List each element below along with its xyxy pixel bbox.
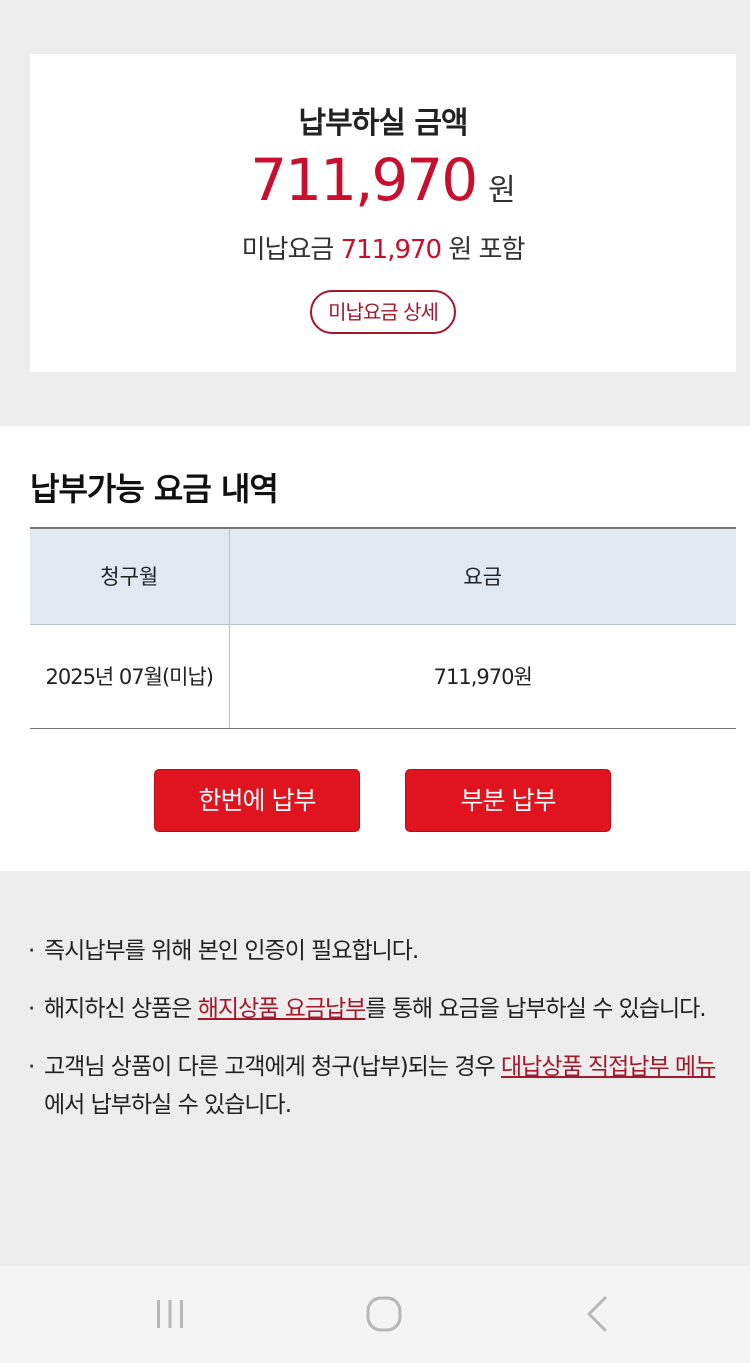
payment-amount-value: 711,970 [250,146,478,214]
terminated-product-payment-link[interactable]: 해지상품 요금납부 [198,996,367,1022]
unpaid-suffix: 원 포함 [448,235,525,265]
partial-pay-button[interactable]: 부분 납부 [405,769,611,832]
payable-bills-section: 납부가능 요금 내역 청구월 요금 2025년 07월(미납) 711,970원… [0,426,750,871]
pay-all-button[interactable]: 한번에 납부 [154,769,360,832]
list-item: · 즉시납부를 위해 본인 인증이 필요합니다. [28,932,728,970]
unpaid-amount: 711,970 [340,235,443,265]
proxy-product-direct-payment-link[interactable]: 대납상품 직접납부 메뉴 [501,1054,716,1080]
note-text: 즉시납부를 위해 본인 인증이 필요합니다. [44,938,419,964]
back-icon[interactable] [576,1292,620,1336]
bullet-icon: · [28,938,35,964]
note-text: 고객님 상품이 다른 고객에게 청구(납부)되는 경우 [44,1054,502,1080]
unpaid-detail-button[interactable]: 미납요금 상세 [310,290,456,334]
unpaid-prefix: 미납요금 [241,235,335,265]
table-row: 2025년 07월(미납) 711,970원 [30,624,736,729]
header-billing-month: 청구월 [30,527,230,625]
bullet-icon: · [28,996,35,1022]
bullet-icon: · [28,1054,35,1080]
payment-summary-card: 납부하실 금액 711,970 원 미납요금 711,970 원 포함 미납요금 … [30,54,736,372]
list-item: · 해지하신 상품은 해지상품 요금납부를 통해 요금을 납부하실 수 있습니다… [28,990,728,1028]
list-item: · 고객님 상품이 다른 고객에게 청구(납부)되는 경우 대납상품 직접납부 … [28,1048,728,1124]
bills-table: 청구월 요금 2025년 07월(미납) 711,970원 [30,527,736,729]
system-navigation-bar [0,1266,750,1363]
payable-bills-title: 납부가능 요금 내역 [30,470,279,508]
payment-notes: · 즉시납부를 위해 본인 인증이 필요합니다. · 해지하신 상품은 해지상품… [28,932,728,1144]
cell-billing-month: 2025년 07월(미납) [30,624,230,729]
table-header-row: 청구월 요금 [30,527,736,625]
payment-amount: 711,970 원 [30,146,736,214]
header-charge: 요금 [229,527,736,625]
payment-amount-unit: 원 [488,173,516,208]
cell-charge: 711,970원 [229,624,736,729]
note-text: 에서 납부하실 수 있습니다. [44,1092,292,1118]
unpaid-included-text: 미납요금 711,970 원 포함 [30,229,736,266]
note-text: 해지하신 상품은 [44,996,198,1022]
payment-amount-title: 납부하실 금액 [298,106,468,141]
recent-apps-icon[interactable] [148,1292,192,1336]
note-text: 를 통해 요금을 납부하실 수 있습니다. [365,996,706,1022]
home-icon[interactable] [362,1292,406,1336]
